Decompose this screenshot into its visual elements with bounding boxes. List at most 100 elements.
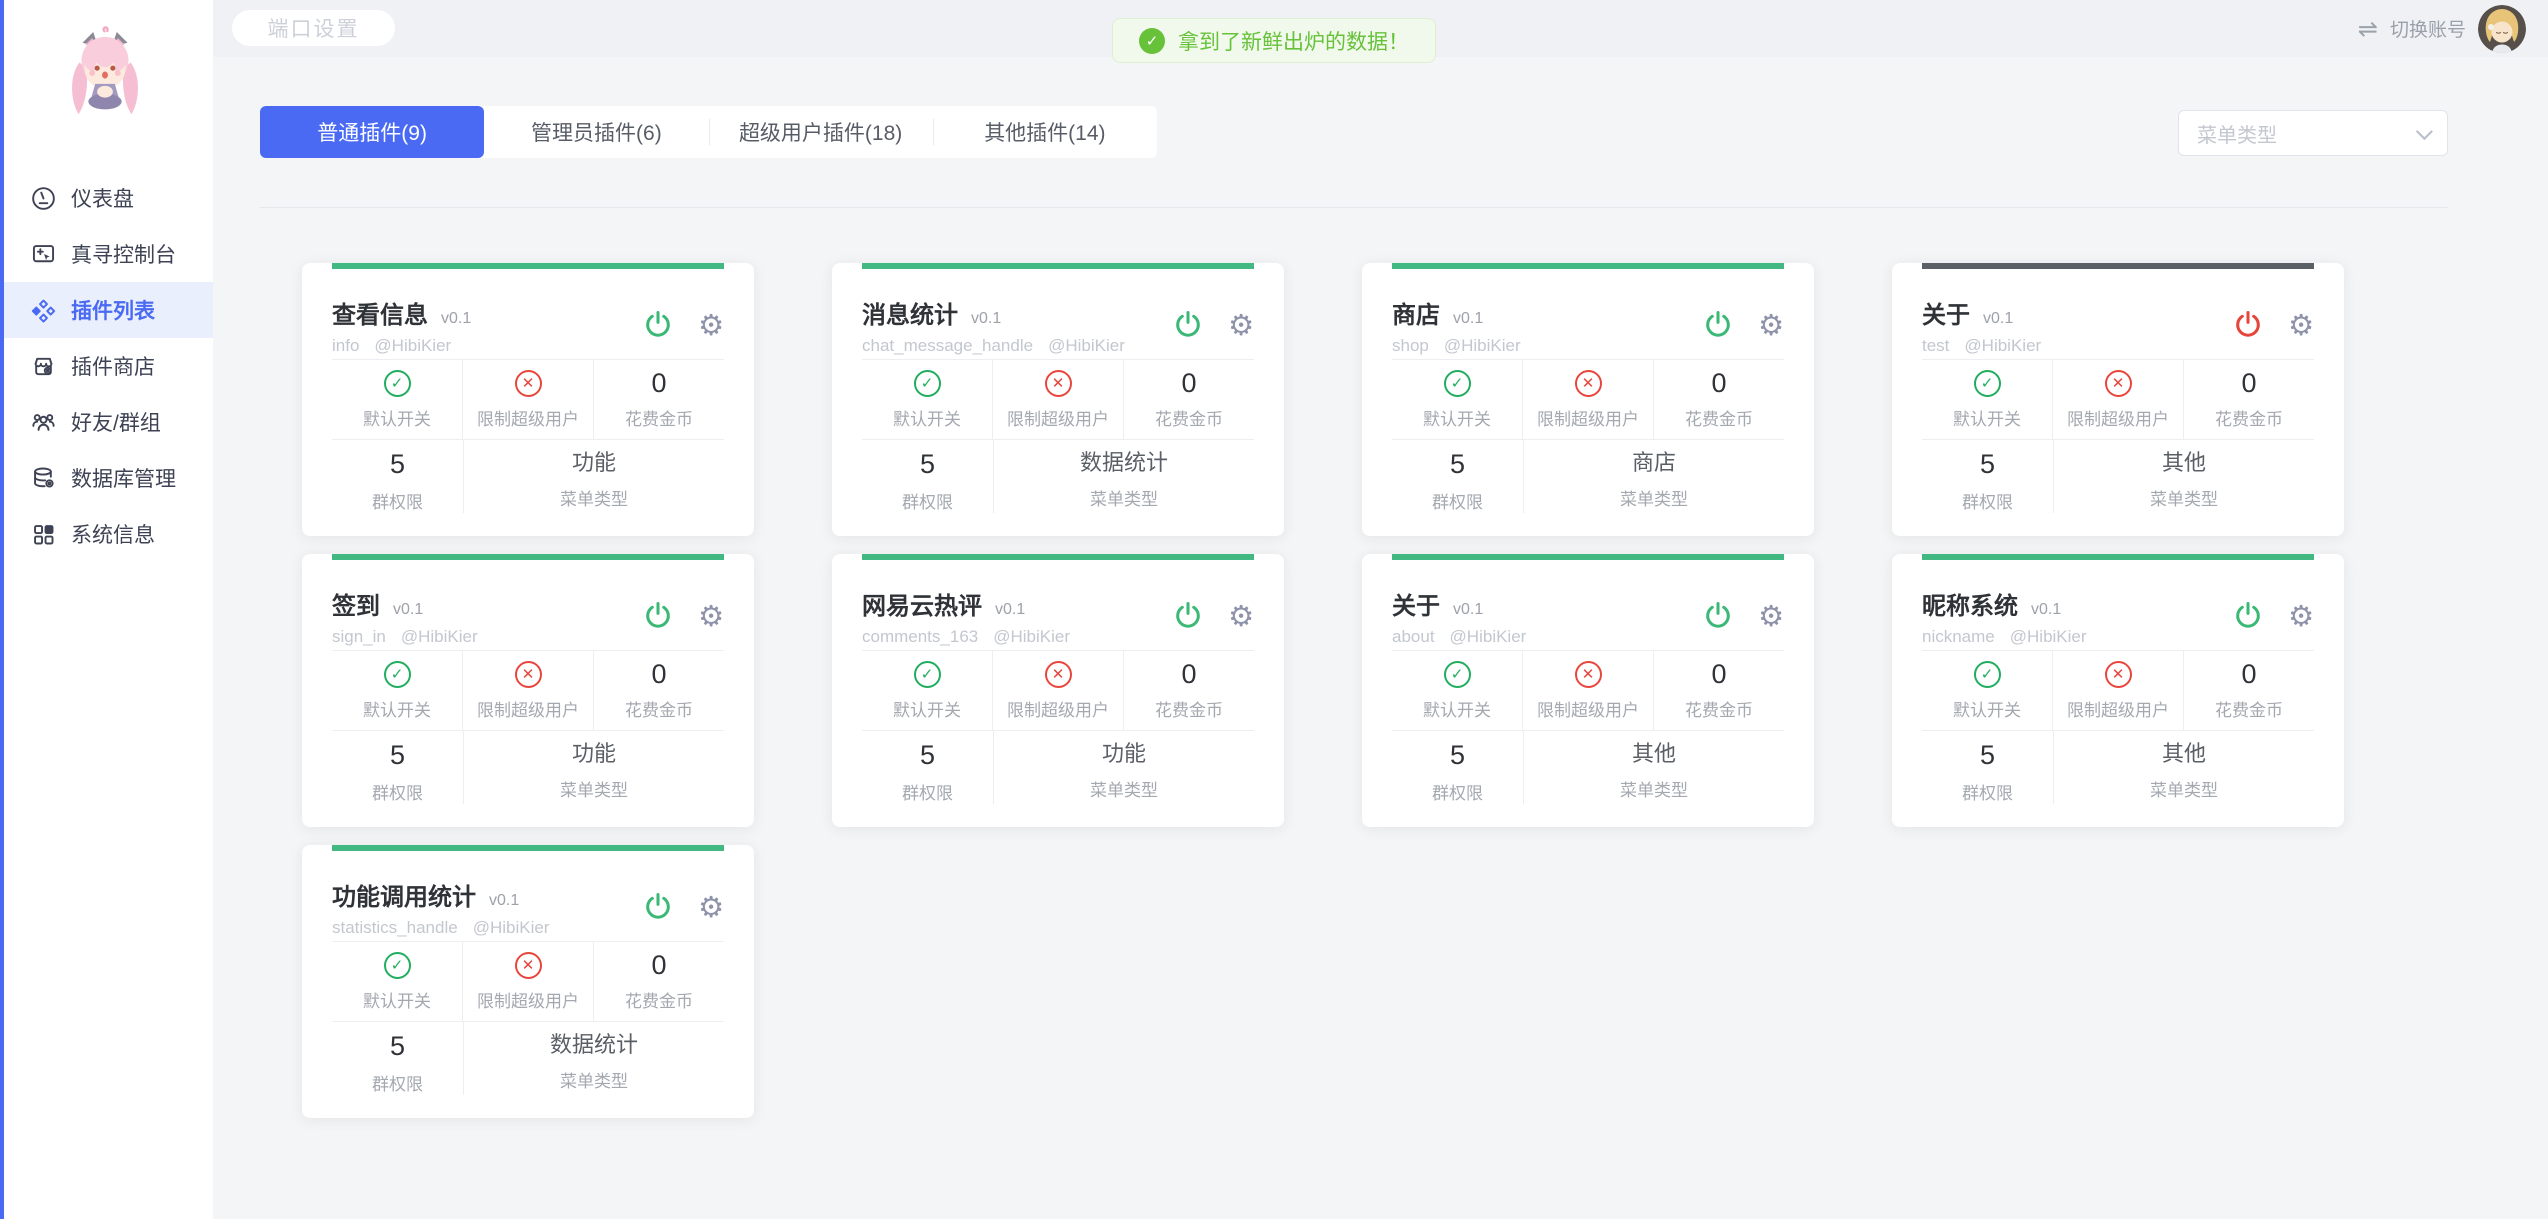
account-area: ⇌ 切换账号 [2358,0,2526,57]
settings-gear-icon[interactable]: ⚙ [2288,311,2314,340]
enabled-check-icon: ✓ [384,661,411,688]
power-toggle-button[interactable] [1172,309,1204,341]
settings-gear-icon[interactable]: ⚙ [698,893,724,922]
settings-gear-icon[interactable]: ⚙ [1228,311,1254,340]
enabled-check-icon: ✓ [1974,370,2001,397]
stat-label: 默认开关 [893,696,961,721]
stat-limit-superuser: ✕ 限制超级用户 [462,942,593,1021]
plugin-title: 消息统计 [862,295,958,330]
sidebar-item-label: 插件商店 [71,351,155,381]
avatar[interactable] [2478,5,2526,53]
group-level-value: 5 [1450,742,1465,769]
tab-normal-plugins[interactable]: 普通插件(9) [260,106,484,158]
disabled-cross-icon: ✕ [1575,661,1602,688]
settings-gear-icon[interactable]: ⚙ [1758,311,1784,340]
power-toggle-button[interactable] [1702,600,1734,632]
stat-cost-gold: 0 花费金币 [2183,360,2314,439]
plugin-module: shop [1392,336,1429,356]
plugin-module: chat_message_handle [862,336,1033,356]
card-stats-row2: 5 群权限 数据统计 菜单类型 [332,1021,724,1118]
cost-gold-value: 0 [1711,370,1726,397]
settings-gear-icon[interactable]: ⚙ [2288,602,2314,631]
card-title-block: 商店 v0.1 shop @HibiKier [1392,295,1521,356]
card-actions: ⚙ [642,309,724,341]
plugin-author: @HibiKier [374,336,451,356]
stat-menu-type: 其他 菜单类型 [2053,731,2314,804]
plugin-author: @HibiKier [473,918,550,938]
window-accent-edge [0,0,4,1219]
power-toggle-button[interactable] [642,309,674,341]
group-level-value: 5 [390,1033,405,1060]
cost-gold-value: 0 [2241,661,2256,688]
menu-type-value: 数据统计 [550,1033,638,1057]
stat-label: 花费金币 [2215,405,2283,430]
stat-label: 花费金币 [1685,696,1753,721]
power-toggle-button[interactable] [1702,309,1734,341]
power-toggle-button[interactable] [642,600,674,632]
stat-menu-type: 功能 菜单类型 [463,731,724,804]
stat-label: 菜单类型 [1090,776,1158,801]
stat-cost-gold: 0 花费金币 [1653,360,1784,439]
enabled-check-icon: ✓ [914,661,941,688]
sidebar-item-system-info[interactable]: 系统信息 [0,506,213,562]
settings-gear-icon[interactable]: ⚙ [698,311,724,340]
stat-label: 限制超级用户 [1537,696,1639,721]
plugin-author: @HibiKier [401,627,478,647]
plugin-list-page: 仪表盘 真寻控制台 插件列表 [0,0,2548,1219]
settings-gear-icon[interactable]: ⚙ [1758,602,1784,631]
card-header: 商店 v0.1 shop @HibiKier ⚙ [1392,263,1784,360]
plugin-version: v0.1 [489,892,519,910]
card-title-block: 关于 v0.1 test @HibiKier [1922,295,2041,356]
stat-label: 限制超级用户 [2067,405,2169,430]
stat-label: 限制超级用户 [1537,405,1639,430]
stat-label: 花费金币 [625,987,693,1012]
card-header: 查看信息 v0.1 info @HibiKier ⚙ [332,263,724,360]
sidebar-item-label: 插件列表 [71,295,155,325]
card-actions: ⚙ [1702,309,1784,341]
tab-other-plugins[interactable]: 其他插件(14) [933,106,1157,158]
card-stats-row2: 5 群权限 商店 菜单类型 [1392,439,1784,536]
disabled-cross-icon: ✕ [1045,661,1072,688]
stat-limit-superuser: ✕ 限制超级用户 [2052,360,2183,439]
card-header: 功能调用统计 v0.1 statistics_handle @HibiKier … [332,845,724,942]
plugin-module: sign_in [332,627,386,647]
sidebar-item-friends-groups[interactable]: 好友/群组 [0,394,213,450]
sidebar-item-plugin-list[interactable]: 插件列表 [0,282,213,338]
port-settings-button[interactable]: 端口设置 [232,10,395,46]
power-toggle-button[interactable] [2232,309,2264,341]
card-actions: ⚙ [1172,600,1254,632]
stat-label: 限制超级用户 [1007,696,1109,721]
stat-limit-superuser: ✕ 限制超级用户 [462,651,593,730]
group-level-value: 5 [920,451,935,478]
card-stats-row2: 5 群权限 功能 菜单类型 [332,730,724,827]
sidebar-item-plugin-store[interactable]: 插件商店 [0,338,213,394]
stat-group-level: 5 群权限 [1922,731,2053,827]
menu-type-value: 功能 [572,451,616,475]
card-stats-row2: 5 群权限 数据统计 菜单类型 [862,439,1254,536]
power-toggle-button[interactable] [642,891,674,923]
card-title-block: 关于 v0.1 about @HibiKier [1392,586,1526,647]
tab-admin-plugins[interactable]: 管理员插件(6) [484,106,708,158]
switch-account-icon: ⇌ [2358,15,2378,43]
sidebar-item-console[interactable]: 真寻控制台 [0,226,213,282]
menu-type-select[interactable]: 菜单类型 [2178,110,2448,156]
power-toggle-button[interactable] [2232,600,2264,632]
stat-group-level: 5 群权限 [1392,731,1523,827]
card-header: 关于 v0.1 about @HibiKier ⚙ [1392,554,1784,651]
stat-label: 限制超级用户 [2067,696,2169,721]
card-stats-row1: ✓ 默认开关 ✕ 限制超级用户 0 花费金币 [1392,651,1784,730]
switch-account-button[interactable]: 切换账号 [2390,15,2466,42]
sidebar-item-dashboard[interactable]: 仪表盘 [0,170,213,226]
plugin-title: 关于 [1392,586,1440,621]
power-toggle-button[interactable] [1172,600,1204,632]
settings-gear-icon[interactable]: ⚙ [1228,602,1254,631]
sidebar-item-label: 仪表盘 [71,183,134,213]
sidebar-item-label: 好友/群组 [71,407,161,437]
menu-type-placeholder: 菜单类型 [2197,119,2277,148]
tab-superuser-plugins[interactable]: 超级用户插件(18) [709,106,933,158]
card-stats-row1: ✓ 默认开关 ✕ 限制超级用户 0 花费金币 [1922,360,2314,439]
settings-gear-icon[interactable]: ⚙ [698,602,724,631]
card-stats-row1: ✓ 默认开关 ✕ 限制超级用户 0 花费金币 [332,360,724,439]
sidebar-item-database[interactable]: 数据库管理 [0,450,213,506]
card-actions: ⚙ [642,891,724,923]
